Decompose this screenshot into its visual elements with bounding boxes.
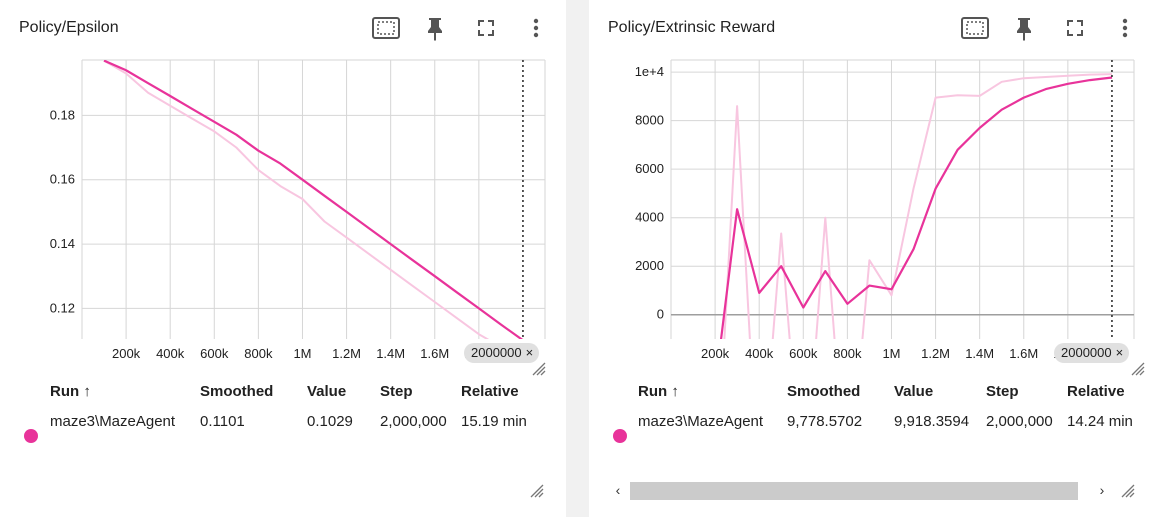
column-header-smoothed[interactable]: Smoothed [200, 383, 273, 400]
more-vert-icon [1122, 18, 1128, 38]
resize-handle-icon[interactable] [530, 360, 546, 376]
line-chart[interactable]: 0 2000 4000 6000 8000 1e+4 200k 400k 600k 800k 1M 1… [589, 55, 1155, 376]
more-vert-icon [533, 18, 539, 38]
y-tick-label: 0.16 [50, 172, 75, 187]
y-tick-label: 4000 [635, 210, 664, 225]
chart-title: Policy/Epsilon [19, 19, 119, 36]
y-tick-label: 6000 [635, 161, 664, 176]
cell-run: maze3\MazeAgent [50, 413, 176, 430]
x-tick-label: 200k [112, 346, 141, 361]
column-header-step[interactable]: Step [380, 383, 413, 400]
close-icon[interactable]: × [1116, 345, 1124, 360]
x-tick-label: 1.2M [921, 346, 950, 361]
x-tick-label: 400k [745, 346, 774, 361]
grid [670, 59, 1135, 339]
step-chip-value: 2000000 [471, 345, 522, 360]
y-tick-label: 0.18 [50, 107, 75, 122]
column-header-run[interactable]: Run ↑ [50, 383, 91, 400]
cell-step: 2,000,000 [986, 413, 1053, 430]
scrollbar-thumb[interactable] [630, 482, 1078, 500]
data-table: Run ↑ Smoothed Value Step Relative maze3… [0, 375, 566, 445]
fullscreen-icon [478, 20, 494, 36]
step-chip[interactable]: 2000000 × [464, 343, 540, 363]
scroll-right-icon[interactable]: › [1094, 480, 1110, 500]
grid [81, 59, 546, 339]
y-tick-label: 8000 [635, 113, 664, 128]
raw-series-line [103, 60, 490, 339]
chart-svg: 0 2000 4000 6000 8000 1e+4 200k 400k 600k 800k 1M 1… [635, 59, 1135, 361]
step-chip-value: 2000000 [1061, 345, 1112, 360]
chart-card-epsilon: Policy/Epsilon 0.12 0.14 0.16 0.18 200k 400k 6… [0, 0, 566, 517]
column-header-value[interactable]: Value [307, 383, 346, 400]
y-tick-label: 0.14 [50, 236, 75, 251]
series-group [103, 60, 524, 339]
horizontal-scrollbar[interactable]: ‹ › [608, 480, 1136, 500]
fit-domain-icon [961, 17, 989, 39]
x-tick-label: 1M [882, 346, 900, 361]
x-tick-label: 600k [789, 346, 818, 361]
scroll-left-icon[interactable]: ‹ [610, 480, 626, 500]
smoothed-series-line [719, 76, 1113, 339]
x-tick-label: 600k [200, 346, 229, 361]
x-tick-label: 1.4M [965, 346, 994, 361]
resize-handle-icon[interactable] [1129, 360, 1145, 376]
x-tick-label: 200k [701, 346, 730, 361]
cell-smoothed: 9,778.5702 [787, 413, 863, 430]
fullscreen-button[interactable] [1059, 12, 1091, 44]
chart-title: Policy/Extrinsic Reward [608, 19, 776, 36]
column-header-value[interactable]: Value [894, 383, 933, 400]
fullscreen-icon [1067, 20, 1083, 36]
cell-relative: 15.19 min [461, 413, 527, 430]
close-icon[interactable]: × [526, 345, 534, 360]
x-tick-label: 1.4M [376, 346, 405, 361]
column-header-relative[interactable]: Relative [461, 383, 519, 400]
chart-svg: 0.12 0.14 0.16 0.18 200k 400k 600k 800k 1M 1.2M 1.… [50, 59, 546, 361]
pin-icon [428, 18, 442, 41]
column-header-step[interactable]: Step [986, 383, 1019, 400]
cell-smoothed: 0.1101 [200, 413, 245, 430]
column-header-run[interactable]: Run ↑ [638, 383, 679, 400]
run-color-dot [613, 429, 627, 443]
x-tick-label: 1.6M [420, 346, 449, 361]
cell-run: maze3\MazeAgent [638, 413, 764, 430]
resize-handle-icon[interactable] [528, 482, 544, 498]
y-tick-label: 0.12 [50, 300, 75, 315]
x-tick-label: 1M [293, 346, 311, 361]
column-header-relative[interactable]: Relative [1067, 383, 1125, 400]
y-tick-label: 0 [657, 307, 664, 322]
pin-button[interactable] [1008, 12, 1040, 44]
run-color-dot [24, 429, 38, 443]
x-tick-label: 800k [833, 346, 862, 361]
fit-domain-button[interactable] [959, 12, 991, 44]
cell-relative: 14.24 min [1067, 413, 1133, 430]
y-tick-label: 2000 [635, 258, 664, 273]
pin-icon [1017, 18, 1031, 41]
smoothed-series-line [103, 60, 524, 339]
y-tick-label: 1e+4 [635, 64, 664, 79]
cell-value: 0.1029 [307, 413, 353, 430]
line-chart[interactable]: 0.12 0.14 0.16 0.18 200k 400k 600k 800k 1M 1.2M 1.… [0, 55, 566, 376]
x-tick-label: 1.6M [1009, 346, 1038, 361]
fullscreen-button[interactable] [470, 12, 502, 44]
pin-button[interactable] [419, 12, 451, 44]
fit-domain-icon [372, 17, 400, 39]
cell-value: 9,918.3594 [894, 413, 970, 430]
data-table: Run ↑ Smoothed Value Step Relative maze3… [589, 375, 1155, 445]
chart-card-extrinsic-reward: Policy/Extrinsic Reward 0 2000 4000 6000 800… [589, 0, 1156, 517]
series-group [719, 73, 1113, 339]
x-tick-label: 800k [244, 346, 273, 361]
x-tick-label: 400k [156, 346, 185, 361]
column-header-smoothed[interactable]: Smoothed [787, 383, 860, 400]
resize-handle-icon[interactable] [1119, 482, 1135, 498]
more-options-button[interactable] [1109, 12, 1141, 44]
fit-domain-button[interactable] [370, 12, 402, 44]
cell-step: 2,000,000 [380, 413, 447, 430]
step-chip[interactable]: 2000000 × [1054, 343, 1130, 363]
raw-series-line [723, 73, 1113, 339]
x-tick-label: 1.2M [332, 346, 361, 361]
more-options-button[interactable] [520, 12, 552, 44]
